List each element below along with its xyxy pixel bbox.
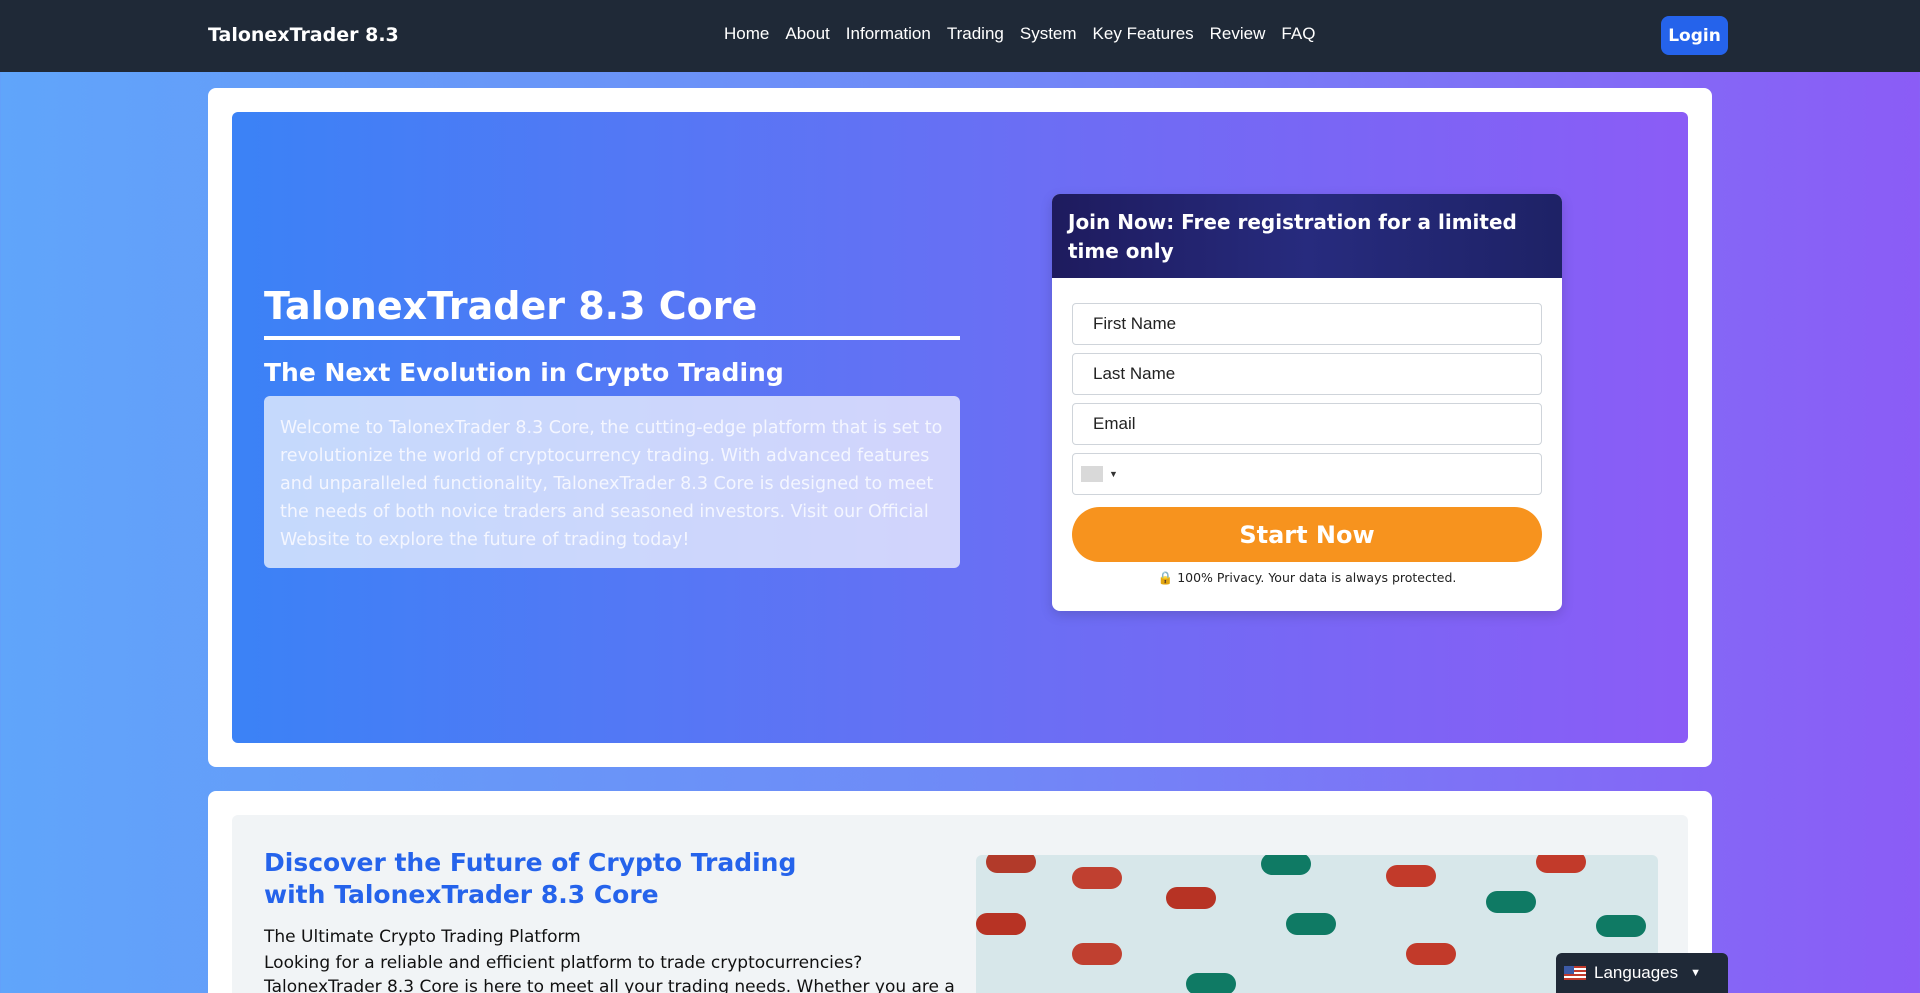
privacy-note: 🔒 100% Privacy. Your data is always prot… <box>1052 570 1562 586</box>
form-heading: Join Now: Free registration for a limite… <box>1052 194 1562 278</box>
lock-icon: 🔒 <box>1157 570 1174 585</box>
phone-input[interactable]: ▼ <box>1072 453 1542 495</box>
hero-banner: TalonexTrader 8.3 Core The Next Evolutio… <box>232 112 1688 743</box>
coin-capsule-icon <box>1536 855 1586 873</box>
nav-link-trading[interactable]: Trading <box>947 24 1004 44</box>
coin-capsule-icon <box>1186 973 1236 993</box>
top-navbar: TalonexTrader 8.3 Home About Information… <box>0 0 1920 72</box>
registration-form: Join Now: Free registration for a limite… <box>1052 194 1562 611</box>
coin-capsule-icon <box>1486 891 1536 913</box>
last-name-input[interactable]: Last Name <box>1072 353 1542 395</box>
discover-section: Discover the Future of Crypto Trading wi… <box>232 815 1688 993</box>
hero-card: TalonexTrader 8.3 Core The Next Evolutio… <box>208 88 1712 767</box>
discover-card: Discover the Future of Crypto Trading wi… <box>208 791 1712 993</box>
coin-capsule-icon <box>1261 855 1311 875</box>
caret-down-icon[interactable]: ▼ <box>1109 469 1118 479</box>
email-input[interactable]: Email <box>1072 403 1542 445</box>
nav-link-system[interactable]: System <box>1020 24 1077 44</box>
login-button[interactable]: Login <box>1661 16 1728 55</box>
coin-capsule-icon <box>1072 867 1122 889</box>
nav-link-about[interactable]: About <box>785 24 829 44</box>
coin-capsule-icon <box>1596 915 1646 937</box>
discover-heading: The Ultimate Crypto Trading Platform <box>264 927 581 947</box>
nav-link-review[interactable]: Review <box>1210 24 1266 44</box>
caret-down-icon: ▼ <box>1690 967 1702 979</box>
language-label: Languages <box>1594 963 1679 982</box>
coin-capsule-icon <box>1386 865 1436 887</box>
coin-capsule-icon <box>1406 943 1456 965</box>
brand-logo[interactable]: TalonexTrader 8.3 <box>208 24 399 46</box>
hero-description: Welcome to TalonexTrader 8.3 Core, the c… <box>264 396 960 568</box>
nav-link-key-features[interactable]: Key Features <box>1093 24 1194 44</box>
nav-link-faq[interactable]: FAQ <box>1281 24 1315 44</box>
first-name-input[interactable]: First Name <box>1072 303 1542 345</box>
nav-link-home[interactable]: Home <box>724 24 769 44</box>
coin-capsule-icon <box>986 855 1036 873</box>
language-selector[interactable]: Languages ▼ <box>1556 953 1728 993</box>
discover-title: Discover the Future of Crypto Trading wi… <box>264 848 797 909</box>
country-flag-icon[interactable] <box>1081 466 1103 482</box>
coin-capsule-icon <box>1286 913 1336 935</box>
hero-subtitle: The Next Evolution in Crypto Trading <box>264 358 784 387</box>
coin-capsule-icon <box>1166 887 1216 909</box>
coin-capsule-icon <box>976 913 1026 935</box>
hero-title: TalonexTrader 8.3 Core <box>264 284 960 340</box>
discover-body: Looking for a reliable and efficient pla… <box>264 953 955 993</box>
us-flag-icon <box>1564 966 1586 980</box>
privacy-text: 100% Privacy. Your data is always protec… <box>1177 570 1457 585</box>
nav-link-information[interactable]: Information <box>846 24 931 44</box>
coin-capsule-icon <box>1072 943 1122 965</box>
start-now-button[interactable]: Start Now <box>1072 507 1542 562</box>
nav-menu: Home About Information Trading System Ke… <box>724 24 1331 44</box>
